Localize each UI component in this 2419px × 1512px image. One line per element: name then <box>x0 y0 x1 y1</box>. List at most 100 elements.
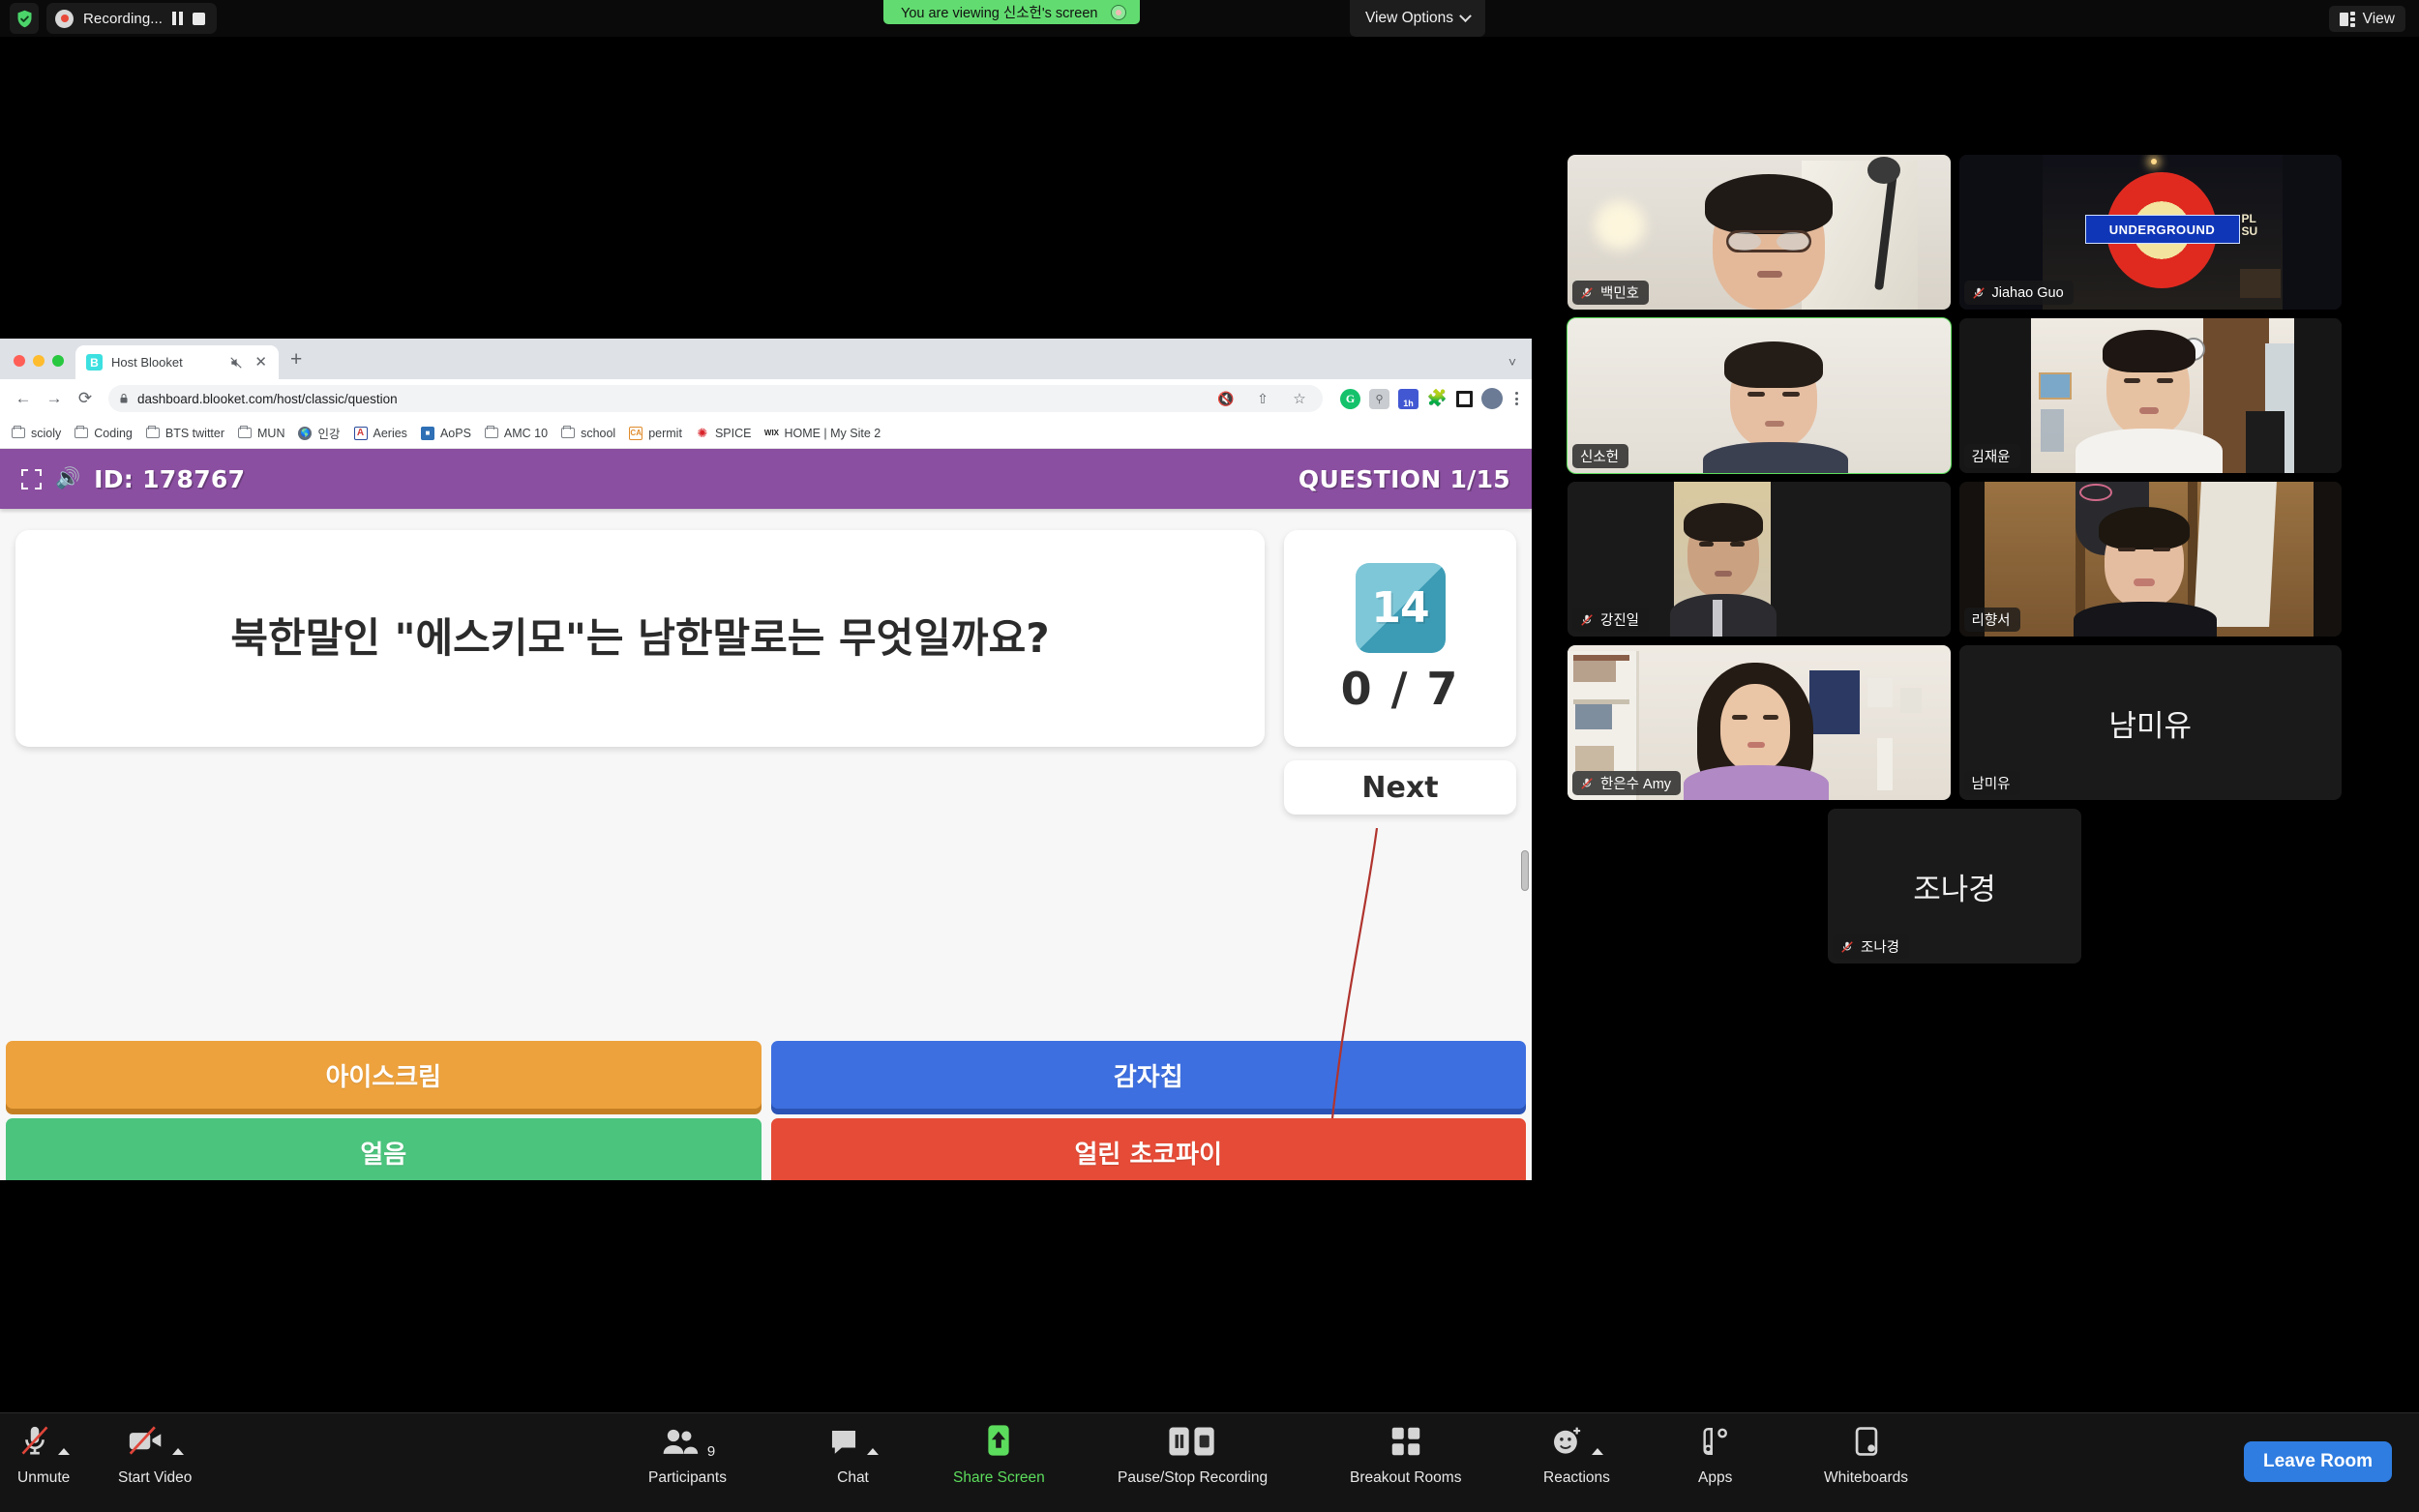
answer-choice-1[interactable]: 아이스크림 <box>6 1041 762 1109</box>
chevron-up-icon[interactable] <box>1591 1448 1603 1455</box>
participant-tile-sinsoheon[interactable]: 신소헌 <box>1567 317 1952 474</box>
gray-extension-icon[interactable]: ⚲ <box>1369 388 1389 409</box>
bookmark-item[interactable]: school <box>561 426 616 440</box>
bookmark-label: BTS twitter <box>164 426 225 440</box>
puzzle-extensions-icon[interactable]: 🧩 <box>1427 389 1448 409</box>
whiteboards-button[interactable]: Whiteboards <box>1824 1425 1908 1487</box>
bookmark-item[interactable]: BTS twitter <box>145 426 225 440</box>
participants-button[interactable]: 9 Participants <box>648 1425 727 1487</box>
chat-button[interactable]: Chat <box>827 1425 879 1487</box>
pause-stop-recording-label: Pause/Stop Recording <box>1118 1469 1269 1486</box>
bookmark-label: Coding <box>94 426 133 440</box>
close-icon[interactable]: ✕ <box>252 355 270 370</box>
mute-site-icon[interactable]: 🔇 <box>1212 385 1239 412</box>
folder-icon <box>145 426 160 438</box>
window-traffic-lights[interactable] <box>0 355 75 379</box>
participant-tile-kangjinil[interactable]: 강진일 <box>1568 482 1951 637</box>
page-scrollbar[interactable] <box>1521 850 1529 891</box>
chevron-up-icon[interactable] <box>171 1448 184 1455</box>
bookmark-label: AMC 10 <box>503 426 549 440</box>
bookmark-item[interactable]: MUN <box>238 426 284 440</box>
back-arrow-icon[interactable]: ← <box>10 385 37 412</box>
chevron-down-icon[interactable]: ˅ <box>1508 354 1516 370</box>
bookmark-item[interactable]: AMC 10 <box>484 426 549 440</box>
folder-icon <box>484 426 498 438</box>
close-window-icon[interactable] <box>14 355 25 367</box>
participant-tile-rihyangseo[interactable]: 리향서 <box>1958 482 2342 637</box>
pause-icon[interactable] <box>172 12 184 25</box>
bookmark-item[interactable]: Coding <box>75 426 133 440</box>
nameplate: 신소헌 <box>1572 444 1629 468</box>
unmute-button[interactable]: Unmute <box>17 1425 70 1487</box>
share-icon[interactable]: ⇧ <box>1249 385 1276 412</box>
chat-label: Chat <box>837 1469 869 1486</box>
minimize-window-icon[interactable] <box>33 355 45 367</box>
next-button[interactable]: Next <box>1284 760 1516 815</box>
address-bar[interactable]: dashboard.blooket.com/host/classic/quest… <box>108 385 1323 412</box>
bookmark-item[interactable]: CA permit <box>629 426 682 440</box>
breakout-rooms-icon <box>1388 1424 1424 1464</box>
timer-icon: 14 <box>1355 562 1446 653</box>
view-layout-button[interactable]: View <box>2328 6 2405 32</box>
answer-choice-4[interactable]: 얼린 초코파이 <box>770 1118 1526 1180</box>
participant-tile-jonakyeong[interactable]: 조나경 조나경 <box>1828 809 2081 964</box>
browser-tab[interactable]: B Host Blooket ✕ <box>75 345 279 379</box>
mic-off-icon <box>1972 285 1986 301</box>
nameplate: 한은수 Amy <box>1572 771 1682 795</box>
participant-tile-jiahao-guo[interactable]: UNDERGROUND PL SU Jiahao Guo <box>1958 155 2342 310</box>
stop-icon[interactable] <box>193 12 206 25</box>
timer-card: 14 0 / 7 <box>1284 530 1516 747</box>
participant-tile-nammiyu[interactable]: 남미유 남미유 <box>1958 645 2342 800</box>
bookmark-item[interactable]: ✺ SPICE <box>695 426 751 440</box>
ca-dmv-icon: CA <box>629 426 643 440</box>
bookmark-star-icon[interactable]: ☆ <box>1286 385 1313 412</box>
bookmark-item[interactable]: A Aeries <box>353 426 407 440</box>
calendar-1h-icon[interactable]: 1h <box>1398 388 1419 409</box>
reload-icon[interactable]: ⟳ <box>72 385 99 412</box>
reactions-button[interactable]: Reactions <box>1543 1425 1610 1487</box>
apps-button[interactable]: Apps <box>1698 1425 1732 1487</box>
fullscreen-icon[interactable] <box>21 468 42 489</box>
recording-indicator: Recording... <box>46 3 218 34</box>
bookmark-label: scioly <box>31 426 62 440</box>
bookmark-item[interactable]: scioly <box>12 426 62 440</box>
profile-avatar-icon[interactable] <box>1481 388 1503 409</box>
recording-cluster: Recording... <box>10 3 218 34</box>
participant-tile-baekminho[interactable]: 백민호 <box>1568 155 1951 310</box>
square-extension-icon[interactable] <box>1456 390 1473 407</box>
participant-tile-haneunsu-amy[interactable]: 한은수 Amy <box>1568 645 1951 800</box>
speaker-muted-icon[interactable] <box>229 356 243 370</box>
view-options-button[interactable]: View Options <box>1350 0 1486 37</box>
kebab-menu-icon[interactable] <box>1511 392 1522 405</box>
participant-tile-kimjaeyoon[interactable]: 김재윤 <box>1958 318 2342 473</box>
leave-room-button[interactable]: Leave Room <box>2244 1441 2392 1482</box>
breakout-rooms-button[interactable]: Breakout Rooms <box>1350 1425 1461 1487</box>
start-video-label: Start Video <box>118 1469 193 1486</box>
chevron-up-icon[interactable] <box>867 1448 879 1455</box>
bookmark-item[interactable]: 🌎 인강 <box>298 424 341 442</box>
bookmark-label: school <box>581 426 616 440</box>
whiteboards-icon <box>1850 1424 1883 1464</box>
chat-bubble-icon <box>827 1424 860 1464</box>
host-indicator-icon <box>1111 4 1127 20</box>
maximize-window-icon[interactable] <box>52 355 64 367</box>
forward-arrow-icon[interactable]: → <box>41 385 68 412</box>
bookmark-item[interactable]: WIX HOME | My Site 2 <box>764 426 881 440</box>
tile-row: 신소헌 김재윤 <box>1567 317 2342 474</box>
share-screen-button[interactable]: Share Screen <box>953 1425 1045 1487</box>
participant-name: 리향서 <box>1971 613 2011 629</box>
pause-stop-recording-button[interactable]: Pause/Stop Recording <box>1118 1425 1268 1487</box>
pause-stop-recording-icon <box>1168 1424 1218 1464</box>
sound-on-icon[interactable]: 🔊 <box>55 467 80 490</box>
plus-icon[interactable]: + <box>279 349 314 379</box>
grammarly-icon[interactable]: G <box>1340 388 1360 409</box>
bookmark-item[interactable]: ■ AoPS <box>420 426 471 440</box>
encryption-shield-icon[interactable] <box>10 3 39 34</box>
nameplate: 강진일 <box>1572 608 1650 632</box>
start-video-button[interactable]: Start Video <box>118 1425 192 1487</box>
blooket-host-page: 🔊 ID: 178767 QUESTION 1/15 북한말인 "에스키모"는 … <box>0 449 1532 1180</box>
answer-choice-3[interactable]: 얼음 <box>6 1118 762 1180</box>
chevron-up-icon[interactable] <box>57 1448 70 1455</box>
answer-choice-2[interactable]: 감자칩 <box>770 1041 1526 1109</box>
tile-row: 한은수 Amy 남미유 남미유 <box>1568 645 2342 800</box>
